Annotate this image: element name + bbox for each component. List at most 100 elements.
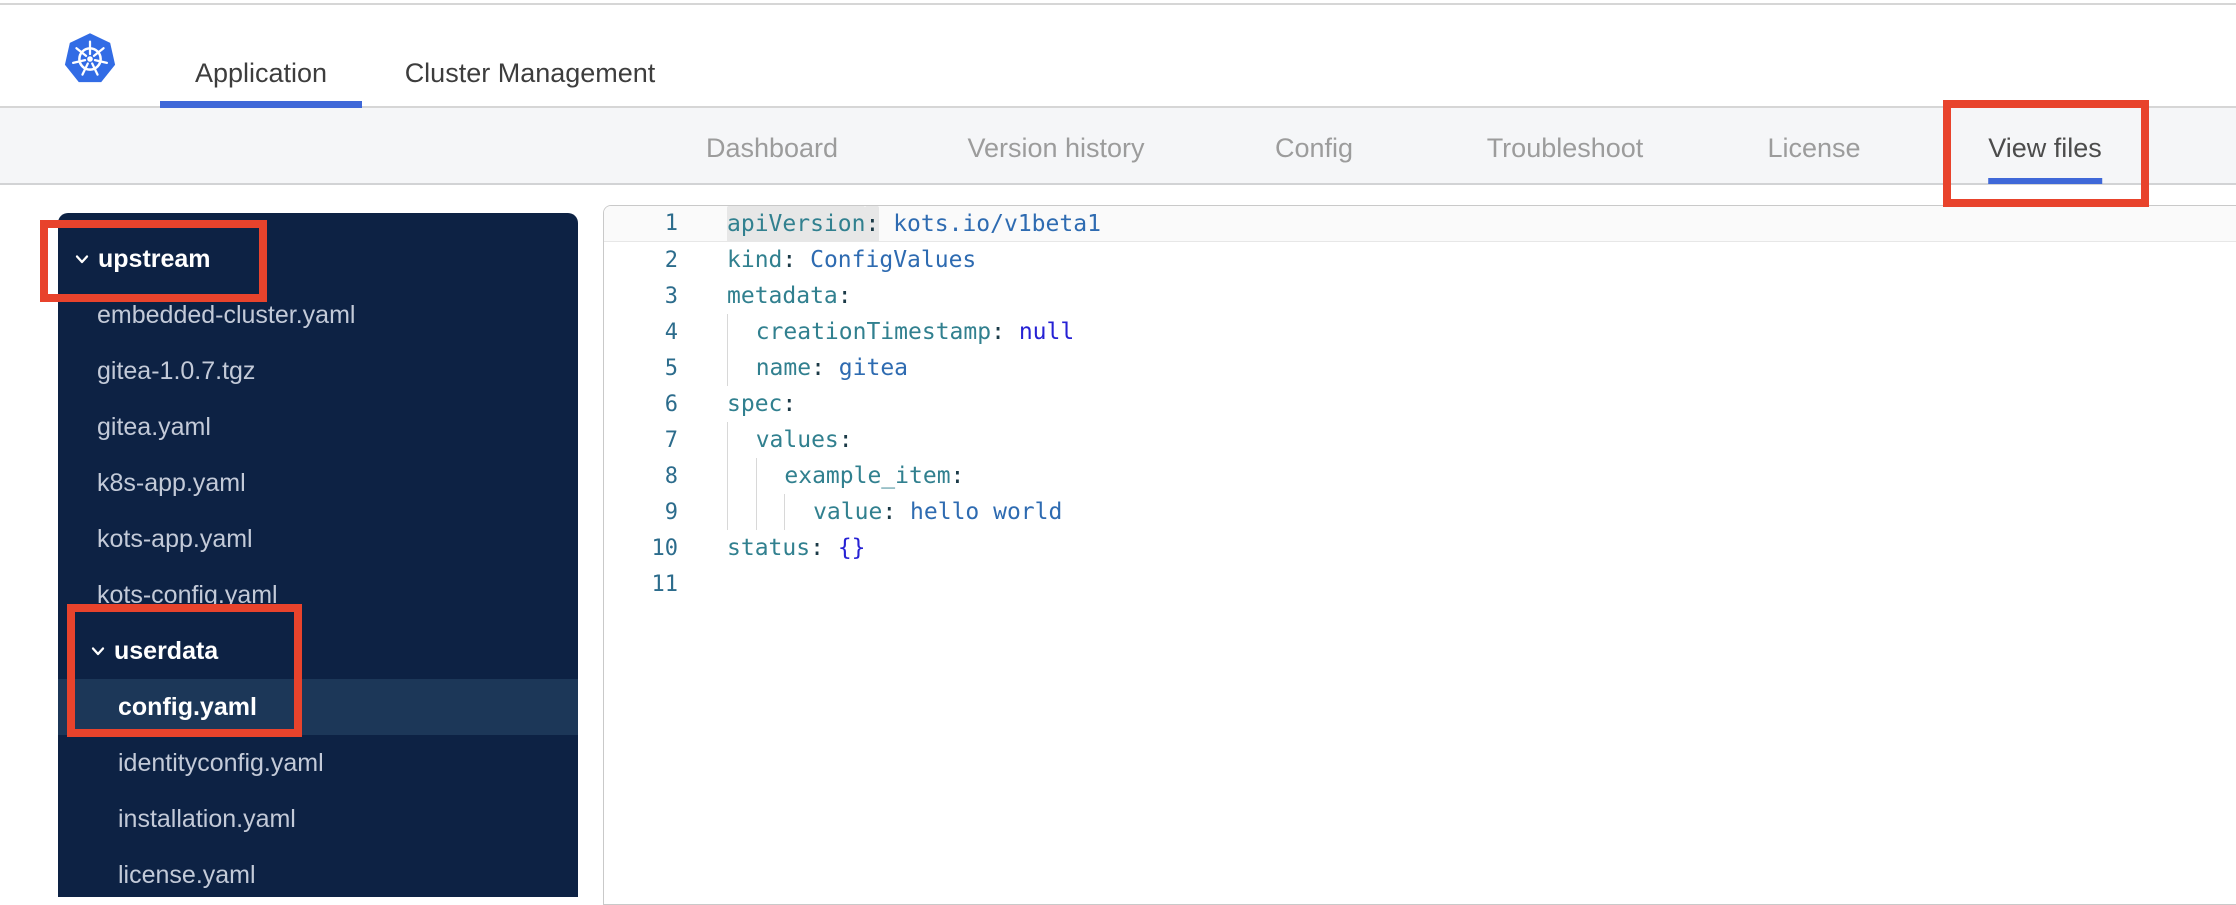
tree-file-installation-yaml[interactable]: installation.yaml: [58, 791, 578, 847]
code-line-6[interactable]: 6 spec:: [604, 386, 2236, 422]
kubernetes-logo-icon: [62, 28, 118, 90]
line-number: 7: [664, 427, 678, 453]
code-line-text: creationTimestamp: null: [700, 314, 2236, 350]
chevron-down-icon[interactable]: [74, 251, 90, 267]
tree-item-label: embedded-cluster.yaml: [97, 300, 356, 329]
top-nav: Application Cluster Management: [0, 5, 2236, 108]
tree-item-label: upstream: [98, 244, 211, 273]
tab-troubleshoot[interactable]: Troubleshoot: [1465, 108, 1666, 183]
tab-cluster-management[interactable]: Cluster Management: [395, 5, 665, 106]
code-line-8[interactable]: 8 example_item:: [604, 458, 2236, 494]
indent-guide: [727, 458, 756, 494]
token-str: hello world: [910, 499, 1063, 525]
code-line-text: metadata:: [700, 278, 2236, 314]
tree-file-gitea-1-0-7-tgz[interactable]: gitea-1.0.7.tgz: [58, 343, 578, 399]
token-key: metadata: [727, 283, 838, 309]
tab-config[interactable]: Config: [1253, 108, 1375, 183]
code-line-3[interactable]: 3 metadata:: [604, 278, 2236, 314]
token-key: values: [755, 427, 839, 453]
tab-application[interactable]: Application: [160, 5, 362, 108]
token-punc: :: [838, 427, 853, 453]
token-punc: :: [991, 319, 1005, 345]
tree-file-embedded-cluster-yaml[interactable]: embedded-cluster.yaml: [58, 287, 578, 343]
code-line-text: apiVersion: kots.io/v1beta1: [700, 206, 2236, 242]
indent-guide: [784, 494, 813, 530]
token-punc: :: [782, 391, 797, 417]
token-key: name: [755, 355, 812, 381]
tree-item-label: kots-config.yaml: [97, 580, 278, 609]
tree-file-identityconfig-yaml[interactable]: identityconfig.yaml: [58, 735, 578, 791]
code-line-7[interactable]: 7 values:: [604, 422, 2236, 458]
line-number: 11: [651, 571, 679, 597]
indent-guide: [727, 350, 756, 386]
indent-guide: [755, 458, 785, 494]
line-number: 5: [664, 355, 678, 381]
line-number: 1: [664, 211, 678, 236]
code-lines: 1 apiVersion: kots.io/v1beta1 2 kind: Confi…: [604, 206, 2236, 602]
token-const: {}: [837, 535, 866, 561]
token-punc: :: [882, 499, 897, 525]
code-line-text: kind: ConfigValues: [700, 242, 2236, 278]
tree-file-config-yaml[interactable]: config.yaml: [58, 679, 578, 735]
tab-version-history[interactable]: Version history: [945, 108, 1166, 183]
tree-folder-userdata[interactable]: userdata: [58, 623, 578, 679]
tree-item-label: kots-app.yaml: [97, 524, 253, 553]
tree-file-kots-app-yaml[interactable]: kots-app.yaml: [58, 511, 578, 567]
code-line-11[interactable]: 11: [604, 566, 2236, 602]
code-editor[interactable]: 1 apiVersion: kots.io/v1beta1 2 kind: Confi…: [603, 205, 2236, 905]
tree-file-gitea-yaml[interactable]: gitea.yaml: [58, 399, 578, 455]
code-line-10[interactable]: 10 status: {}: [604, 530, 2236, 566]
line-number: 8: [664, 463, 678, 489]
indent-guide: [727, 422, 756, 458]
token-key: creationTimestamp: [755, 319, 992, 345]
token-key: spec: [727, 391, 783, 417]
app-sub-nav: Dashboard Version history Config Trouble…: [0, 108, 2236, 185]
token-punc: :: [865, 206, 880, 242]
tree-file-k8s-app-yaml[interactable]: k8s-app.yaml: [58, 455, 578, 511]
tree-item-label: userdata: [114, 636, 219, 665]
token-key: apiVersion: [727, 206, 866, 242]
code-line-9[interactable]: 9 value: hello world: [604, 494, 2236, 530]
token-str: gitea: [838, 355, 909, 381]
code-line-5[interactable]: 5 name: gitea: [604, 350, 2236, 386]
code-line-text: status: {}: [700, 530, 2236, 566]
token-const: null: [1018, 319, 1075, 345]
file-tree: upstream embedded-cluster.yaml gitea-1.0.7…: [58, 213, 578, 897]
code-line-2[interactable]: 2 kind: ConfigValues: [604, 242, 2236, 278]
line-number: 9: [664, 499, 678, 525]
token-key: example_item: [784, 463, 951, 489]
token-key: kind: [727, 247, 783, 273]
tree-folder-upstream[interactable]: upstream: [58, 231, 578, 287]
code-line-4[interactable]: 4 creationTimestamp: null: [604, 314, 2236, 350]
tab-license[interactable]: License: [1745, 108, 1882, 183]
code-line-1[interactable]: 1 apiVersion: kots.io/v1beta1: [604, 206, 2236, 242]
code-line-text: example_item:: [700, 458, 2236, 494]
token-str: ConfigValues: [810, 247, 977, 273]
token-punc: :: [782, 247, 797, 273]
chevron-down-icon[interactable]: [90, 643, 106, 659]
token-str: kots.io/v1beta1: [893, 210, 1101, 237]
indent-guide: [727, 314, 756, 350]
line-number: 10: [651, 535, 679, 561]
tree-file-kots-config-yaml[interactable]: kots-config.yaml: [58, 567, 578, 623]
tree-item-label: gitea-1.0.7.tgz: [97, 356, 256, 385]
code-line-text: spec:: [700, 386, 2236, 422]
token-punc: :: [810, 535, 824, 561]
token-key: value: [813, 499, 883, 525]
token-punc: :: [837, 283, 852, 309]
line-number: 2: [664, 247, 678, 273]
token-punc: :: [811, 355, 825, 381]
tree-item-label: config.yaml: [118, 692, 257, 721]
line-number: 6: [664, 391, 678, 417]
code-line-text: value: hello world: [700, 494, 2236, 530]
indent-guide: [755, 494, 785, 530]
tree-item-label: installation.yaml: [118, 804, 296, 833]
tab-dashboard[interactable]: Dashboard: [684, 108, 860, 183]
tab-view-files[interactable]: View files: [1966, 108, 2124, 184]
tree-file-license-yaml[interactable]: license.yaml: [58, 847, 578, 903]
line-number: 4: [664, 319, 678, 345]
